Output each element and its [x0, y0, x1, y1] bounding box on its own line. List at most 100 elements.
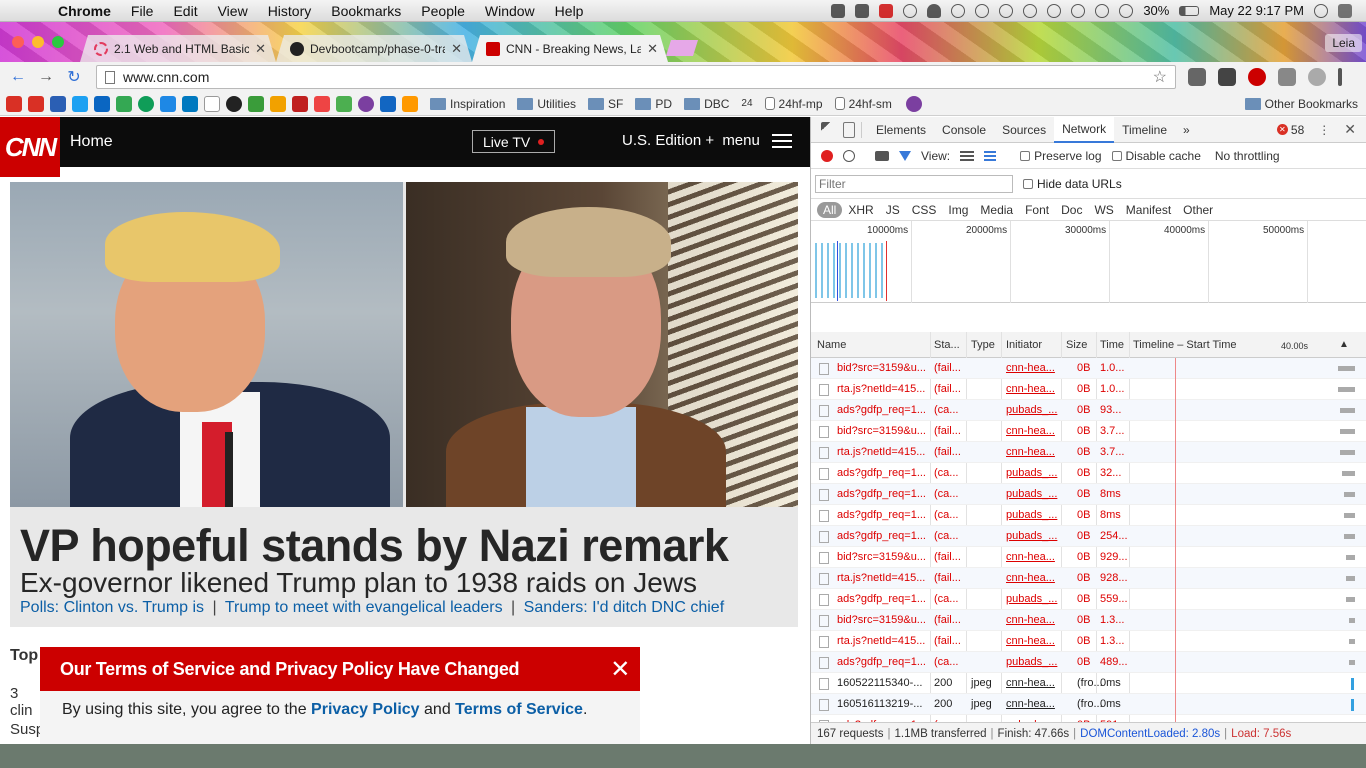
column-type[interactable]: Type [971, 339, 995, 351]
devtools-tab-sources[interactable]: Sources [994, 117, 1054, 143]
column-timeline[interactable]: Timeline – Start Time [1133, 339, 1237, 351]
request-initiator[interactable]: pubads_... [1006, 404, 1057, 416]
device-mode-icon[interactable] [843, 121, 855, 138]
type-filter-other[interactable]: Other [1177, 202, 1219, 218]
privacy-policy-link[interactable]: Privacy Policy [311, 701, 420, 718]
battery-icon[interactable] [1179, 5, 1200, 16]
request-initiator[interactable]: pubads_... [1006, 467, 1057, 479]
request-initiator[interactable]: cnn-hea... [1006, 446, 1055, 458]
table-row[interactable]: ads?gdfp_req=1... (ca... pubads_... 0B 32... [811, 463, 1366, 484]
hero-subhead[interactable]: Ex-governor likened Trump plan to 1938 r… [20, 567, 697, 599]
twitter-icon[interactable] [72, 95, 88, 112]
table-row[interactable]: bid?src=3159&u... (fail... cnn-hea... 0B 1.3… [811, 610, 1366, 631]
clear-icon[interactable] [843, 149, 855, 162]
bookmark-folder-sf[interactable]: SF [588, 97, 623, 111]
mail-icon[interactable] [50, 95, 66, 112]
address-bar[interactable]: www.cnn.com ☆ [96, 65, 1176, 89]
forward-arrow-icon[interactable]: → [32, 68, 60, 86]
table-row[interactable]: bid?src=3159&u... (fail... cnn-hea... 0B 3.7… [811, 421, 1366, 442]
request-initiator[interactable]: cnn-hea... [1006, 383, 1055, 395]
menu-history[interactable]: History [258, 3, 322, 19]
type-filter-all[interactable]: All [817, 201, 843, 218]
menu-help[interactable]: Help [545, 3, 594, 19]
hangouts-icon[interactable] [138, 95, 154, 112]
column-initiator[interactable]: Initiator [1006, 339, 1042, 351]
table-row[interactable]: ads?gdfp_req=1... (ca... pubads_... 0B 93... [811, 400, 1366, 421]
evernote-icon[interactable] [855, 3, 870, 18]
table-row[interactable]: 160522115340-... 200 jpeg cnn-hea... (fro...… [811, 673, 1366, 694]
devtools-close-icon[interactable]: ✕ [1344, 121, 1356, 138]
table-row[interactable]: 160516113219-... 200 jpeg cnn-hea... (fro...… [811, 694, 1366, 715]
time-machine-icon[interactable] [1047, 3, 1062, 18]
overview-icon[interactable] [984, 150, 997, 161]
bookmark-folder-utilities[interactable]: Utilities [517, 97, 576, 111]
window-zoom-button[interactable] [52, 36, 64, 48]
cnn-home-link[interactable]: Home [70, 133, 113, 151]
request-initiator[interactable]: cnn-hea... [1006, 551, 1055, 563]
app-icon[interactable] [380, 95, 396, 112]
terms-of-service-link[interactable]: Terms of Service [455, 701, 583, 718]
pen-icon[interactable] [975, 3, 990, 18]
table-row[interactable]: bid?src=3159&u... (fail... cnn-hea... 0B 1.0… [811, 358, 1366, 379]
plus-icon[interactable] [314, 95, 330, 112]
gmail-icon[interactable] [6, 95, 22, 112]
app-icon[interactable] [292, 95, 308, 112]
request-initiator[interactable]: pubads_... [1006, 593, 1057, 605]
request-initiator[interactable]: cnn-hea... [1006, 572, 1055, 584]
table-row[interactable]: ads?gdfp_req=1... (ca... pubads_... 0B 8ms [811, 505, 1366, 526]
window-close-button[interactable] [12, 36, 24, 48]
request-initiator[interactable]: pubads_... [1006, 656, 1057, 668]
battery-percent[interactable]: 30% [1143, 3, 1169, 18]
inspect-element-icon[interactable] [821, 121, 835, 138]
spotlight-search-icon[interactable] [1314, 3, 1328, 18]
capture-screenshots-icon[interactable] [875, 150, 889, 161]
menu-app-chrome[interactable]: Chrome [48, 3, 121, 19]
app-icon[interactable] [270, 95, 286, 112]
github-icon[interactable] [226, 95, 242, 112]
table-row[interactable]: ads?gdfp_req=1... (ca... pubads_... 0B 559..… [811, 589, 1366, 610]
request-initiator[interactable]: cnn-hea... [1006, 614, 1055, 626]
bookmark-24-icon[interactable]: 24 [741, 98, 752, 109]
table-row[interactable]: rta.js?netId=415... (fail... cnn-hea... 0B 9… [811, 568, 1366, 589]
devtools-tab-console[interactable]: Console [934, 117, 994, 143]
tab-web-html-basics[interactable]: 2.1 Web and HTML Basics ✕ [80, 35, 276, 62]
table-row[interactable]: rta.js?netId=415... (fail... cnn-hea... 0B 3… [811, 442, 1366, 463]
edition-menu[interactable]: U.S. Edition + menu [622, 132, 760, 149]
devtools-tab-timeline[interactable]: Timeline [1114, 117, 1175, 143]
cloud-icon[interactable] [927, 3, 942, 18]
table-row[interactable]: ads?gdfp_req=1... (ca... pubads_... 0B 8ms [811, 484, 1366, 505]
bookmark-24hf-mp[interactable]: 24hf-mp [764, 97, 823, 111]
window-minimize-button[interactable] [32, 36, 44, 48]
bookmark-folder-inspiration[interactable]: Inspiration [430, 97, 505, 111]
drive-icon[interactable] [116, 95, 132, 112]
app-icon[interactable] [879, 3, 894, 18]
request-initiator[interactable]: cnn-hea... [1006, 677, 1055, 689]
menu-file[interactable]: File [121, 3, 164, 19]
gmail-icon[interactable] [28, 95, 44, 112]
chat-icon[interactable] [1023, 3, 1038, 18]
preserve-log-checkbox[interactable]: Preserve log [1020, 149, 1102, 163]
glasses-icon[interactable] [951, 3, 966, 18]
amazon-icon[interactable] [402, 95, 418, 112]
adblock-icon[interactable] [1248, 68, 1266, 86]
dropbox-icon[interactable] [831, 3, 846, 18]
column-time[interactable]: Time [1100, 339, 1124, 351]
type-filter-doc[interactable]: Doc [1055, 202, 1088, 218]
hero-headline[interactable]: VP hopeful stands by Nazi remark [20, 520, 729, 572]
hamburger-menu-icon[interactable] [772, 134, 792, 152]
story-link-cut[interactable]: 3 clin [10, 685, 40, 719]
volume-icon[interactable] [1119, 3, 1134, 18]
request-initiator[interactable]: pubads_... [1006, 509, 1057, 521]
type-filter-img[interactable]: Img [942, 202, 974, 218]
menu-window[interactable]: Window [475, 3, 545, 19]
filter-funnel-icon[interactable] [899, 150, 911, 161]
request-initiator[interactable]: cnn-hea... [1006, 698, 1055, 710]
type-filter-ws[interactable]: WS [1088, 202, 1119, 218]
back-arrow-icon[interactable]: ← [4, 68, 32, 86]
tab-close-icon[interactable]: ✕ [255, 41, 266, 57]
tab-close-icon[interactable]: ✕ [451, 41, 462, 57]
hero-photo-left[interactable] [10, 182, 403, 507]
hero-photo-right[interactable] [406, 182, 798, 507]
type-filter-xhr[interactable]: XHR [842, 202, 879, 218]
trello-icon[interactable] [182, 95, 198, 112]
